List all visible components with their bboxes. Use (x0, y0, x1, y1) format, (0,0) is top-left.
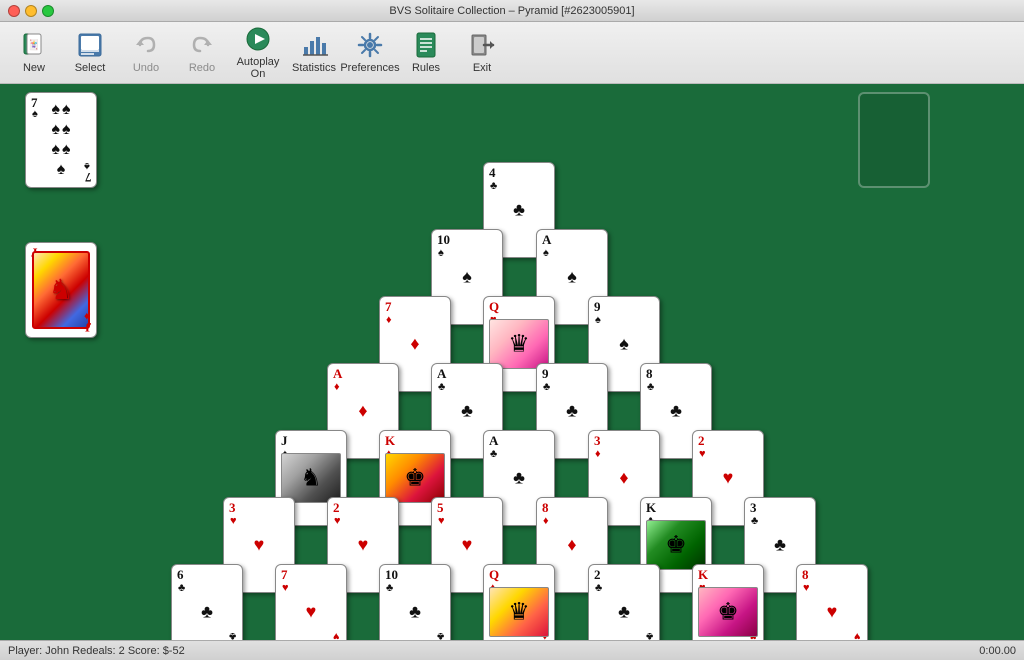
undo-button[interactable]: Undo (120, 26, 172, 80)
exit-label: Exit (473, 62, 491, 74)
select-label: Select (75, 62, 106, 74)
redo-icon (188, 31, 216, 59)
autoplay-button[interactable]: Autoplay On (232, 26, 284, 80)
empty-card-slot[interactable] (858, 92, 930, 188)
pyramid-card[interactable]: K♥K♥♚ (692, 564, 764, 640)
maximize-button[interactable] (42, 5, 54, 17)
redo-label: Redo (189, 62, 215, 74)
title-bar: BVS Solitaire Collection – Pyramid [#262… (0, 0, 1024, 22)
undo-label: Undo (133, 62, 159, 74)
rules-label: Rules (412, 62, 440, 74)
waste-card[interactable]: J ♦ ♞ J ♦ (25, 242, 97, 338)
statistics-button[interactable]: Statistics (288, 26, 340, 80)
pyramid-card[interactable]: 6♣6♣♣ (171, 564, 243, 640)
pyramid-card[interactable]: 8♥8♥♥ (796, 564, 868, 640)
window-controls[interactable] (8, 5, 54, 17)
status-bar: Player: John Redeals: 2 Score: $-52 0:00… (0, 640, 1024, 660)
autoplay-icon (244, 25, 272, 53)
new-button[interactable]: 🃏 New (8, 26, 60, 80)
undo-icon (132, 31, 160, 59)
pyramid-card[interactable]: 7♥7♥♥ (275, 564, 347, 640)
new-label: New (23, 62, 45, 74)
game-area: 7 ♠ ♠♠ ♠♠ ♠♠ ♠ 7 ♠ J ♦ ♞ J ♦ 4♣4♣♣10♠10♠… (0, 84, 1024, 640)
preferences-label: Preferences (340, 62, 399, 74)
svg-text:🃏: 🃏 (28, 38, 40, 51)
rules-icon (412, 31, 440, 59)
rules-button[interactable]: Rules (400, 26, 452, 80)
minimize-button[interactable] (25, 5, 37, 17)
preferences-button[interactable]: Preferences (344, 26, 396, 80)
select-icon (76, 31, 104, 59)
new-icon: 🃏 (20, 31, 48, 59)
autoplay-label: Autoplay On (232, 56, 284, 80)
pyramid-card[interactable]: Q♦Q♦♛ (483, 564, 555, 640)
pyramid-card[interactable]: 2♣2♣♣ (588, 564, 660, 640)
toolbar: 🃏 New Select Undo (0, 22, 1024, 84)
status-left: Player: John Redeals: 2 Score: $-52 (8, 645, 185, 657)
window-title: BVS Solitaire Collection – Pyramid [#262… (389, 5, 634, 17)
status-right: 0:00.00 (979, 645, 1016, 657)
select-button[interactable]: Select (64, 26, 116, 80)
redo-button[interactable]: Redo (176, 26, 228, 80)
statistics-label: Statistics (292, 62, 336, 74)
exit-button[interactable]: Exit (456, 26, 508, 80)
exit-icon (468, 31, 496, 59)
close-button[interactable] (8, 5, 20, 17)
statistics-icon (300, 31, 328, 59)
stock-card[interactable]: 7 ♠ ♠♠ ♠♠ ♠♠ ♠ 7 ♠ (25, 92, 97, 188)
pyramid-card[interactable]: 10♣10♣♣ (379, 564, 451, 640)
preferences-icon (356, 31, 384, 59)
